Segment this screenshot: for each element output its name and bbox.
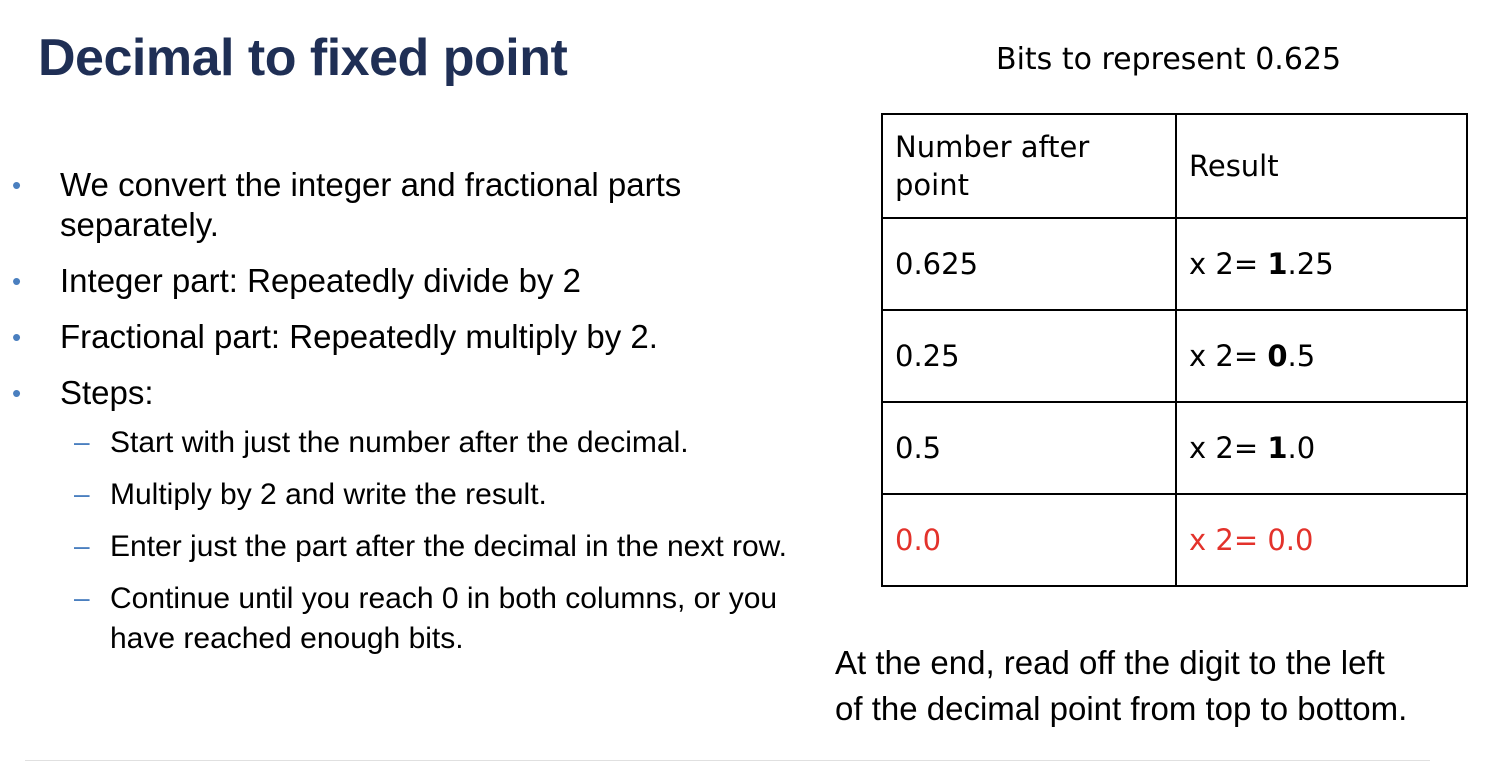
table-row-final: 0.0 x 2= 0.0 bbox=[881, 493, 1468, 587]
result-prefix: x 2= bbox=[1189, 339, 1268, 373]
table-row: 0.625 x 2= 1.25 bbox=[881, 217, 1468, 311]
result-prefix: x 2= bbox=[1189, 523, 1268, 557]
result-cell: x 2= 1.0 bbox=[1175, 401, 1468, 495]
result-bit: 0 bbox=[1267, 339, 1288, 373]
sub-bullet-marker: – bbox=[74, 426, 90, 457]
bullet-item: • Fractional part: Repeatedly multiply b… bbox=[12, 317, 820, 357]
sub-bullet-text: Continue until you reach 0 in both colum… bbox=[110, 582, 778, 655]
conclusion-line: At the end, read off the digit to the le… bbox=[835, 644, 1385, 681]
bullet-text: Steps: bbox=[60, 374, 154, 411]
footer-divider bbox=[25, 760, 1430, 761]
bullet-text: Fractional part: Repeatedly multiply by … bbox=[60, 318, 658, 355]
sub-bullet-marker: – bbox=[74, 582, 90, 613]
bits-table: Number after point Result 0.625 x 2= 1.2… bbox=[881, 113, 1468, 587]
conclusion-text: At the end, read off the digit to the le… bbox=[835, 640, 1508, 732]
bullet-item: • Integer part: Repeatedly divide by 2 bbox=[12, 261, 820, 301]
result-bit: 1 bbox=[1267, 247, 1288, 281]
bullet-text: Integer part: Repeatedly divide by 2 bbox=[60, 262, 581, 299]
result-cell: x 2= 0.5 bbox=[1175, 309, 1468, 403]
header-number-cell: Number after point bbox=[881, 113, 1177, 219]
number-cell: 0.5 bbox=[881, 401, 1177, 495]
bullet-marker: • bbox=[12, 322, 22, 352]
result-cell: x 2= 1.25 bbox=[1175, 217, 1468, 311]
sub-bullet-text: Multiply by 2 and write the result. bbox=[110, 478, 547, 511]
sub-bullet-item: – Multiply by 2 and write the result. bbox=[74, 475, 820, 515]
header-result-cell: Result bbox=[1175, 113, 1468, 219]
table-row: 0.5 x 2= 1.0 bbox=[881, 401, 1468, 495]
sub-bullet-item: – Start with just the number after the d… bbox=[74, 423, 820, 463]
sub-bullet-item: – Continue until you reach 0 in both col… bbox=[74, 579, 810, 659]
slide-title: Decimal to fixed point bbox=[38, 29, 568, 87]
table-header-row: Number after point Result bbox=[881, 113, 1468, 219]
bullet-item: • We convert the integer and fractional … bbox=[12, 165, 820, 245]
number-cell: 0.25 bbox=[881, 309, 1177, 403]
result-cell: x 2= 0.0 bbox=[1175, 493, 1468, 587]
sub-bullet-item: – Enter just the part after the decimal … bbox=[74, 527, 800, 567]
bullet-marker: • bbox=[12, 266, 22, 296]
bullet-list: • We convert the integer and fractional … bbox=[0, 165, 820, 671]
result-suffix: .25 bbox=[1287, 247, 1334, 281]
result-prefix: x 2= bbox=[1189, 431, 1268, 465]
sub-bullet-marker: – bbox=[74, 530, 90, 561]
bullet-marker: • bbox=[12, 170, 22, 200]
sub-bullet-text: Enter just the part after the decimal in… bbox=[110, 530, 788, 563]
result-suffix: .5 bbox=[1287, 339, 1316, 373]
sub-bullet-text: Start with just the number after the dec… bbox=[110, 426, 689, 459]
result-suffix: 0.0 bbox=[1267, 523, 1314, 557]
table-caption: Bits to represent 0.625 bbox=[996, 42, 1342, 77]
bullet-item: • Steps: bbox=[12, 373, 820, 413]
table-row: 0.25 x 2= 0.5 bbox=[881, 309, 1468, 403]
result-prefix: x 2= bbox=[1189, 247, 1268, 281]
number-cell: 0.625 bbox=[881, 217, 1177, 311]
bullet-marker: • bbox=[12, 378, 22, 408]
result-suffix: .0 bbox=[1287, 431, 1316, 465]
bullet-text: We convert the integer and fractional pa… bbox=[60, 166, 682, 243]
sub-bullet-marker: – bbox=[74, 478, 90, 509]
conclusion-line: of the decimal point from top to bottom. bbox=[835, 690, 1408, 727]
number-cell: 0.0 bbox=[881, 493, 1177, 587]
result-bit: 1 bbox=[1267, 431, 1288, 465]
